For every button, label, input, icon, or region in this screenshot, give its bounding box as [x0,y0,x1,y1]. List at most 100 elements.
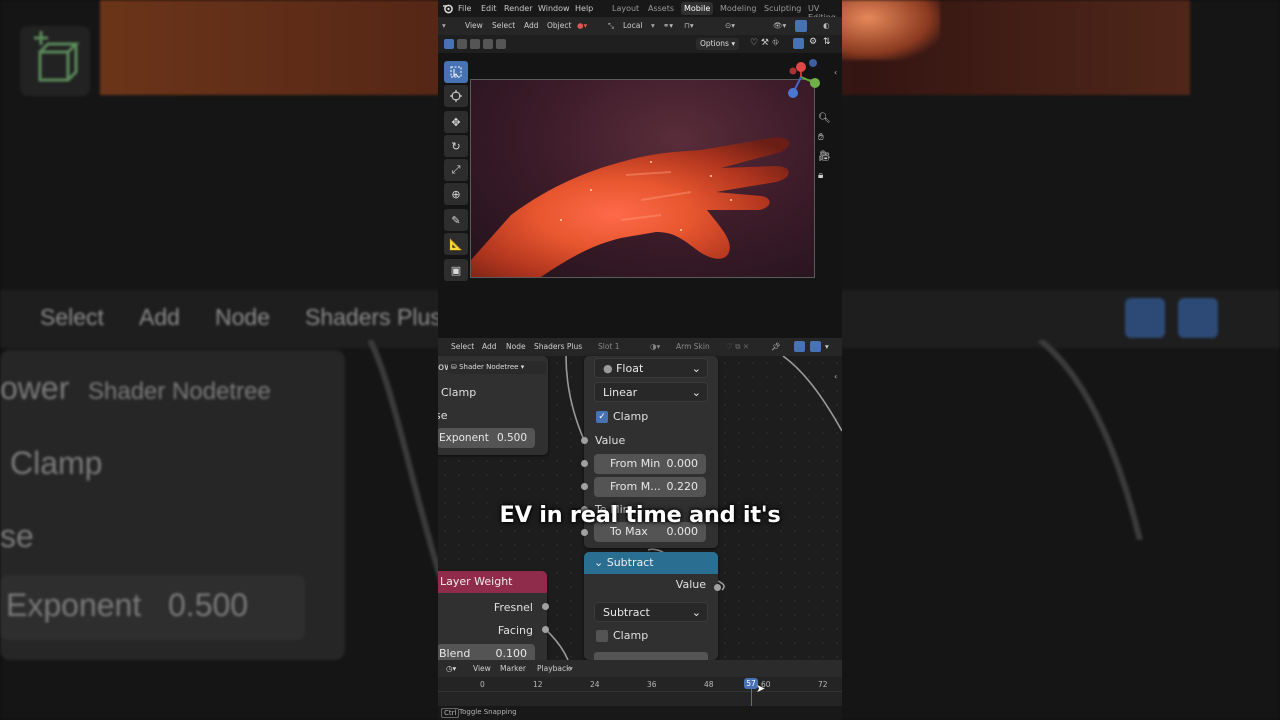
interpolation-dropdown[interactable]: Linear ⌄ [594,382,708,402]
gizmo-toggle-icon[interactable] [795,20,807,32]
pivot-icon[interactable]: ⚭▾ [663,21,673,30]
from-min-socket[interactable] [581,460,588,467]
overlay-chevron-icon[interactable]: ▾ [825,342,829,351]
viewport-menu-object[interactable]: Object [547,21,571,30]
menu-file[interactable]: File [458,4,471,13]
filter-icon[interactable] [793,38,804,49]
layer-weight-node[interactable]: Layer Weight Fresnel Facing Blend 0.100 [438,571,547,666]
material-browse-icon[interactable]: ◑▾ [650,342,660,351]
node-menu-node[interactable]: Node [506,342,526,351]
layer-weight-header[interactable]: Layer Weight [438,571,547,593]
collapse-chevron-icon[interactable]: ⌄ [594,556,607,569]
move-tool-icon[interactable]: ✥ [444,111,468,133]
sidebar-toggle-icon[interactable]: ‹ [834,68,837,77]
overlay-icon[interactable]: ◐ [823,21,830,30]
blender-logo-icon[interactable] [442,3,453,16]
node-menu-select[interactable]: Select [451,342,474,351]
node-overlay-icon[interactable] [810,341,821,352]
snap-icon[interactable]: ⊓▾ [684,21,694,30]
menu-edit[interactable]: Edit [481,4,497,13]
from-max-field[interactable]: From M... 0.220 [594,477,706,497]
material-actions-icons[interactable]: ♡ ⧉ ✕ [726,342,749,352]
tab-mobile[interactable]: Mobile [681,2,714,15]
navigation-gizmo[interactable] [783,59,831,107]
value-socket[interactable] [581,437,588,444]
options-dropdown[interactable]: Options ▾ [696,38,740,50]
select-mode-subtract-icon[interactable] [470,39,480,49]
menu-window[interactable]: Window [538,4,570,13]
blend-label: Blend [439,647,471,660]
exponent-field[interactable]: Exponent 0.500 [438,428,535,448]
transform-orientation-icon[interactable]: ⤡ [608,21,614,31]
measure-tool-icon[interactable]: 📐 [444,233,468,255]
mirror-icon[interactable]: ⇅ [823,37,831,47]
editor-type-icon[interactable]: ▾ [442,21,446,30]
settings-gear-icon[interactable]: ⚙ [809,37,817,47]
mouse-cursor-icon: ➤ [756,682,766,695]
pan-hand-icon[interactable]: ✋︎ [818,132,824,143]
visibility-icon[interactable]: 👁▾ [773,21,786,30]
subtract-output-socket[interactable] [714,584,721,591]
transform-tool-icon[interactable]: ⊕ [444,183,468,205]
data-type-dropdown[interactable]: ● Float ⌄ [594,358,708,378]
add-cube-tool-icon[interactable]: ▣ [444,259,468,281]
node-menu-add[interactable]: Add [482,342,497,351]
node-snap-icon[interactable] [794,341,805,352]
tab-sculpting[interactable]: Sculpting [764,4,801,13]
select-mode-intersect-icon[interactable] [496,39,506,49]
annotate-tool-icon[interactable]: ✎ [444,209,468,231]
math-operation-dropdown[interactable]: Subtract ⌄ [594,602,708,622]
lock-icon[interactable]: 🔒︎ [818,170,823,181]
timeline-editor-icon[interactable]: ◷▾ [446,664,456,673]
timeline-menu-view[interactable]: View [473,664,491,673]
viewport-toggle-icons[interactable]: ♡ ⚒ ⛗ [750,38,779,48]
facing-socket[interactable] [542,626,549,633]
node-menu-shaders-plus[interactable]: Shaders Plus [534,342,582,351]
tab-modeling[interactable]: Modeling [720,4,756,13]
timeline-menu-playback[interactable]: Playback [537,664,570,673]
bg-menu-select: Select [40,304,104,330]
subtract-node[interactable]: ⌄ Subtract Value Subtract ⌄ Clamp [584,552,718,660]
pin-icon[interactable]: 📌︎ [771,342,781,351]
from-max-socket[interactable] [581,483,588,490]
tab-layout[interactable]: Layout [612,4,639,13]
subtract-node-title: Subtract [606,556,654,569]
node-sidebar-toggle-icon[interactable]: ‹ [834,372,837,381]
ctrl-key-badge: Ctrl [441,708,460,718]
select-mode-invert-icon[interactable] [483,39,493,49]
to-max-socket[interactable] [581,529,588,536]
select-box-tool[interactable] [444,61,468,83]
menu-render[interactable]: Render [504,4,532,13]
tick-48: 48 [704,680,714,689]
zoom-icon[interactable]: 🔍︎ [818,113,831,124]
material-name[interactable]: Arm Skin [676,342,710,351]
cursor-tool-icon[interactable] [444,85,468,107]
subtract-node-header[interactable]: ⌄ Subtract [584,552,718,574]
subtract-value-field[interactable] [594,652,708,660]
viewport-menu-select[interactable]: Select [492,21,515,30]
timeline-menu-marker[interactable]: Marker [500,664,526,673]
nodetree-dropdown[interactable]: ⛁ Shader Nodetree ▾ [448,361,546,374]
slot-dropdown[interactable]: Slot 1 [598,342,620,351]
proportional-edit-icon[interactable]: ⊙▾ [725,21,735,30]
select-mode-extend-icon[interactable] [457,39,467,49]
select-mode-new-icon[interactable] [444,39,454,49]
scale-tool-icon[interactable]: ⤢ [444,159,468,181]
playhead-line[interactable] [751,689,752,706]
subtract-clamp-checkbox[interactable] [596,630,608,642]
clamp-checkbox[interactable]: ✓ [596,411,608,423]
timeline[interactable]: ◷▾ View Marker Playback ▾ 0 12 24 36 48 … [438,660,842,706]
power-node[interactable]: ower ⛁ Shader Nodetree ▾ Clamp se Expone… [438,356,548,455]
menu-help[interactable]: Help [575,4,593,13]
material-ball-icon[interactable]: ●▾ [577,21,587,30]
camera-view-icon[interactable]: 🎥︎ [818,151,831,162]
orientation-local[interactable]: Local [623,21,642,30]
tab-assets[interactable]: Assets [648,4,674,13]
from-min-field[interactable]: From Min 0.000 [594,454,706,474]
viewport-menu-view[interactable]: View [465,21,483,30]
fresnel-socket[interactable] [542,603,549,610]
viewport-menu-add[interactable]: Add [524,21,539,30]
rotate-tool-icon[interactable]: ↻ [444,135,468,157]
3d-viewport[interactable]: ✥ ↻ ⤢ ⊕ ✎ 📐 ▣ 🔍︎ ✋︎ 🎥︎ 🔒︎ ‹ [438,53,842,338]
layer-weight-title: Layer Weight [440,575,513,588]
